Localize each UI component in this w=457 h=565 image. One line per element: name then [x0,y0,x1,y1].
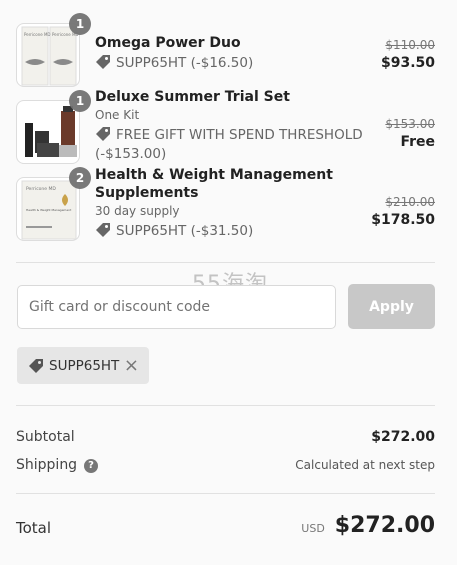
discount-amount: (-$153.00) [95,146,167,162]
quantity-badge: 1 [69,90,91,112]
omega-duo-image: Perricone MD Perricone MD [21,26,79,86]
close-icon[interactable]: × [124,356,139,375]
trial-set-image [25,106,77,157]
shipping-label: Shipping [16,457,78,473]
total-value: $272.00 [334,513,435,538]
help-icon[interactable]: ? [84,458,99,473]
product-name: Omega Power Duo [95,35,241,51]
line-item: Perricone MD Perricone MD 1 Omega Power … [16,13,435,87]
supplements-image: Perricone MD Health & Weight Management [21,180,77,240]
thumb-brand-text: Perricone MD [26,186,56,192]
product-name: Health & Weight Management [95,167,333,183]
divider [16,405,435,406]
shipping-value: Calculated at next step [295,458,435,472]
original-price: $210.00 [385,195,435,209]
shipping-row: Shipping? [16,457,99,473]
total-amount: USD $272.00 [301,513,435,538]
divider [16,493,435,494]
discount-tag-icon [96,127,110,141]
product-name-cont: Supplements [95,185,199,201]
discount-tag-icon [96,55,110,69]
product-variant: 30 day supply [95,204,180,218]
discount-line: SUPP65HT (-$16.50) [95,53,253,73]
original-price: $110.00 [385,38,435,52]
discount-line: FREE GIFT WITH SPEND THRESHOLD [95,125,363,145]
discount-tag-icon [29,358,43,373]
quantity-badge: 1 [69,13,91,35]
original-price: $153.00 [385,117,435,131]
apply-button[interactable]: Apply [348,284,435,329]
divider [16,262,435,263]
applied-code-chip: SUPP65HT × [17,347,149,384]
line-item: 1 Deluxe Summer Trial Set One Kit FREE G… [16,89,435,164]
product-image: Perricone MD Perricone MD [16,23,80,87]
discount-tag-icon [96,223,110,237]
price: $93.50 [380,55,435,71]
currency-code: USD [301,522,325,535]
subtotal-value: $272.00 [371,429,435,445]
line-item: Perricone MD Health & Weight Management … [16,167,435,241]
thumb-product-text: Health & Weight Management [26,208,72,212]
discount-line: SUPP65HT (-$31.50) [95,221,253,241]
discount-code-input[interactable] [17,285,336,329]
price: Free [400,134,435,150]
product-image [16,100,80,164]
product-image: Perricone MD Health & Weight Management [16,177,80,241]
applied-code-text: SUPP65HT [49,357,120,374]
discount-text: SUPP65HT (-$16.50) [116,55,254,71]
discount-text: FREE GIFT WITH SPEND THRESHOLD [116,127,363,143]
quantity-badge: 2 [69,167,91,189]
product-name: Deluxe Summer Trial Set [95,89,290,105]
discount-text: SUPP65HT (-$31.50) [116,223,254,239]
price: $178.50 [371,212,435,228]
product-variant: One Kit [95,108,140,122]
thumb-brand-text: Perricone MD [24,32,51,37]
subtotal-label: Subtotal [16,429,75,445]
total-label: Total [16,519,52,537]
